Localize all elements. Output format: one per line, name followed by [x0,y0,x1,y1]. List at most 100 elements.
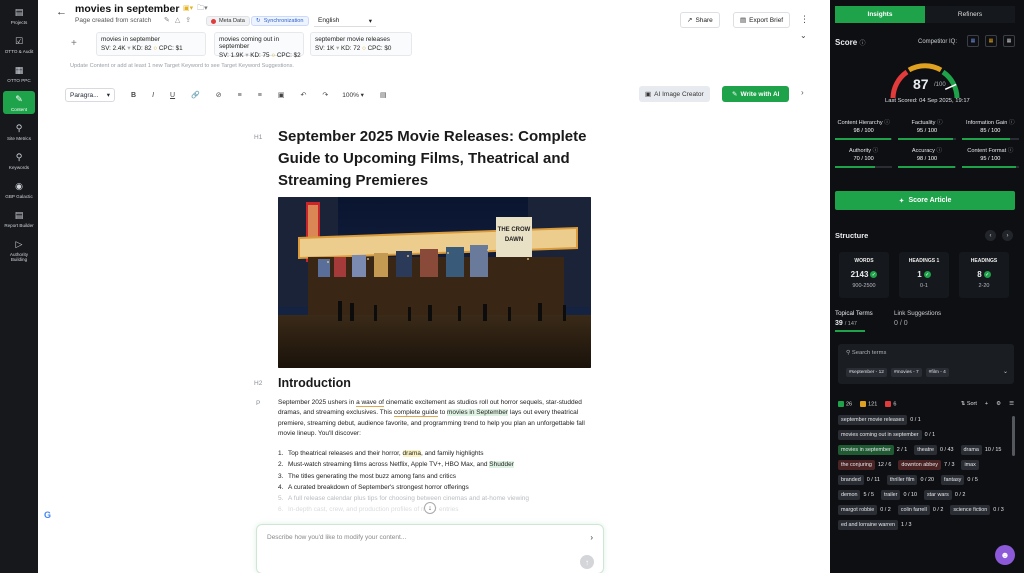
chevron-right-icon[interactable]: › [801,88,804,97]
competitor-logo-icon[interactable]: ▦ [967,35,979,47]
intro-list[interactable]: 1. Top theatrical releases and their horr… [278,448,608,516]
write-with-ai-button[interactable]: ✎ Write with AI [722,86,790,102]
tab-link-suggestions[interactable]: Link Suggestions [894,310,941,317]
info-icon[interactable]: ⓘ [1009,120,1015,126]
term-item[interactable]: thriller film 0 / 20 [886,475,937,485]
term-item[interactable]: movies in september 2 / 1 [838,445,910,455]
nav-item-otto-ppc[interactable]: ▦ OTTO PPC [3,62,35,85]
underline-icon[interactable]: U [170,92,175,99]
filter-red[interactable]: 6 [885,400,896,407]
add-icon[interactable]: + [985,401,988,407]
term-item[interactable]: fantasy 0 / 5 [940,475,981,485]
nav-item-projects[interactable]: ▤ Projects [3,4,35,27]
link-icon[interactable]: 🔗 [191,91,200,99]
competitor-logo-icon[interactable]: ▦ [1003,35,1015,47]
info-icon[interactable]: ⓘ [937,120,943,126]
back-arrow-icon[interactable]: ← [56,6,67,18]
collapse-chevron-icon[interactable]: ⌄ [800,31,807,40]
numbered-list-icon[interactable]: ≡ [238,92,242,99]
nav-item-keywords[interactable]: ⚲ Keywords [3,149,35,172]
term-item[interactable]: science fiction 0 / 3 [950,505,1006,515]
term-item[interactable]: drama 10 / 15 [960,445,1005,455]
term-item[interactable]: september movie releases 0 / 1 [838,415,924,425]
term-item[interactable]: ed and lorraine warren 1 / 3 [838,520,914,530]
paragraph-style-select[interactable]: Paragra... ▾ [65,88,115,102]
page-title[interactable]: movies in september [75,3,179,15]
bullet-list-icon[interactable]: ≡ [258,92,262,99]
undo-icon[interactable]: ↶ [300,91,306,99]
synchronization-chip[interactable]: ↻ Synchronization [251,16,309,26]
term-item[interactable]: demon 5 / 5 [838,490,877,500]
list-item[interactable]: 2. Must-watch streaming films across Netf… [278,459,608,470]
image-icon[interactable]: ▣ [278,91,285,99]
term-item[interactable]: theatre 0 / 43 [914,445,956,455]
chevron-right-icon[interactable]: › [1002,230,1013,241]
article-h2[interactable]: Introduction [278,376,351,390]
nav-item-report-builder[interactable]: ▤ Report Builder [3,207,35,230]
document-icon[interactable]: ▤ [380,91,387,99]
ai-prompt-box[interactable]: Describe how you'd like to modify your c… [256,524,604,573]
tag-filter-chip[interactable]: #september - 12 [846,368,887,377]
prompt-input[interactable]: Describe how you'd like to modify your c… [267,534,406,541]
intro-paragraph[interactable]: September 2025 ushers in a wave of cinem… [278,398,598,440]
list-item[interactable]: 5. A full release calendar plus tips for … [278,493,608,504]
tag-filter-chip[interactable]: #film - 4 [925,368,949,377]
share-button[interactable]: ↗ Share [680,12,720,28]
info-icon[interactable]: ⓘ [1008,148,1014,154]
settings-icon[interactable]: ⚙ [996,401,1001,407]
zoom-select[interactable]: 100% ▾ [342,91,364,99]
info-icon[interactable]: ⓘ [859,41,865,47]
nav-item-site-metrics[interactable]: ⚲ Site Metrics [3,120,35,143]
more-options-icon[interactable]: ⋮ [800,14,809,25]
target-keyword-card[interactable]: september movie releases SV: 1K ▾ KD: 72 … [310,32,412,56]
list-item[interactable]: 1. Top theatrical releases and their horr… [278,448,608,459]
term-item[interactable]: branded 0 / 11 [838,475,883,485]
export-brief-button[interactable]: ▤ Export Brief [733,12,791,28]
term-item[interactable]: trailer 0 / 10 [880,490,920,500]
nav-item-authority-building[interactable]: ▷ Authority Building [3,236,35,264]
nav-item-content[interactable]: ✎ Content [3,91,35,114]
hero-image[interactable]: THE CROW DAWN [278,197,591,368]
sort-button[interactable]: ⇅ Sort [961,401,977,407]
copy-icon[interactable]: ☰ [1009,401,1014,407]
terms-scrollbar[interactable] [1012,416,1015,456]
add-keyword-icon[interactable]: + [71,38,77,49]
term-item[interactable]: margot robbie 0 / 2 [838,505,894,515]
chevron-left-icon[interactable]: ‹ [985,230,996,241]
article-h1[interactable]: September 2025 Movie Releases: Complete … [278,126,598,192]
nav-item-gbp-galactic[interactable]: ◉ GBP Galactic [3,178,35,201]
list-item[interactable]: 4. A curated breakdown of September's str… [278,482,608,493]
ai-image-creator-button[interactable]: ▣ AI Image Creator [639,86,710,102]
filter-green[interactable]: 26 [838,400,852,407]
target-keyword-card[interactable]: movies coming out in september SV: 1.9K ▾… [214,32,304,59]
info-icon[interactable]: ⓘ [884,120,890,126]
edit-icon[interactable]: ✎ [164,16,170,24]
term-item[interactable]: colin farrell 0 / 2 [897,505,947,515]
chat-assistant-button[interactable]: ☻ [995,545,1015,565]
tag-filter-chip[interactable]: #movies - 7 [890,368,922,377]
italic-icon[interactable]: I [152,92,154,99]
chevron-right-icon[interactable]: › [590,533,593,542]
lock-icon[interactable]: △ [175,16,180,24]
chevron-down-icon[interactable]: ⌄ [1003,368,1008,375]
info-icon[interactable]: ⓘ [873,148,879,154]
term-item[interactable]: movies coming out in september 0 / 1 [838,430,938,440]
send-icon[interactable]: ↑ [580,555,594,569]
upload-icon[interactable]: ⇪ [185,16,191,24]
term-item[interactable]: the conjuring 12 / 6 [838,460,894,470]
list-item[interactable]: 3. The titles generating the most buzz am… [278,471,608,482]
folder-icon[interactable]: 🗀▾ [197,4,208,15]
unlink-icon[interactable]: ⊘ [216,91,222,99]
info-icon[interactable]: ⓘ [936,148,942,154]
score-article-button[interactable]: ✦ Score Article [835,191,1015,210]
language-select[interactable]: English ▾ [314,15,376,27]
term-item[interactable]: imax [961,460,979,470]
tab-refiners[interactable]: Refiners [925,6,1015,23]
list-item[interactable]: 6. In-depth cast, crew, and production pr… [278,504,608,515]
term-item[interactable]: downton abbey 7 / 3 [898,460,957,470]
competitor-logo-icon[interactable]: ▦ [985,35,997,47]
term-item[interactable]: star wars 0 / 2 [923,490,968,500]
tab-topical-terms[interactable]: Topical Terms [835,310,873,317]
color-swatch-icon[interactable]: ▣▾ [183,4,193,15]
target-keyword-card[interactable]: movies in september SV: 2.4K ▾ KD: 82 ○ C… [96,32,206,56]
